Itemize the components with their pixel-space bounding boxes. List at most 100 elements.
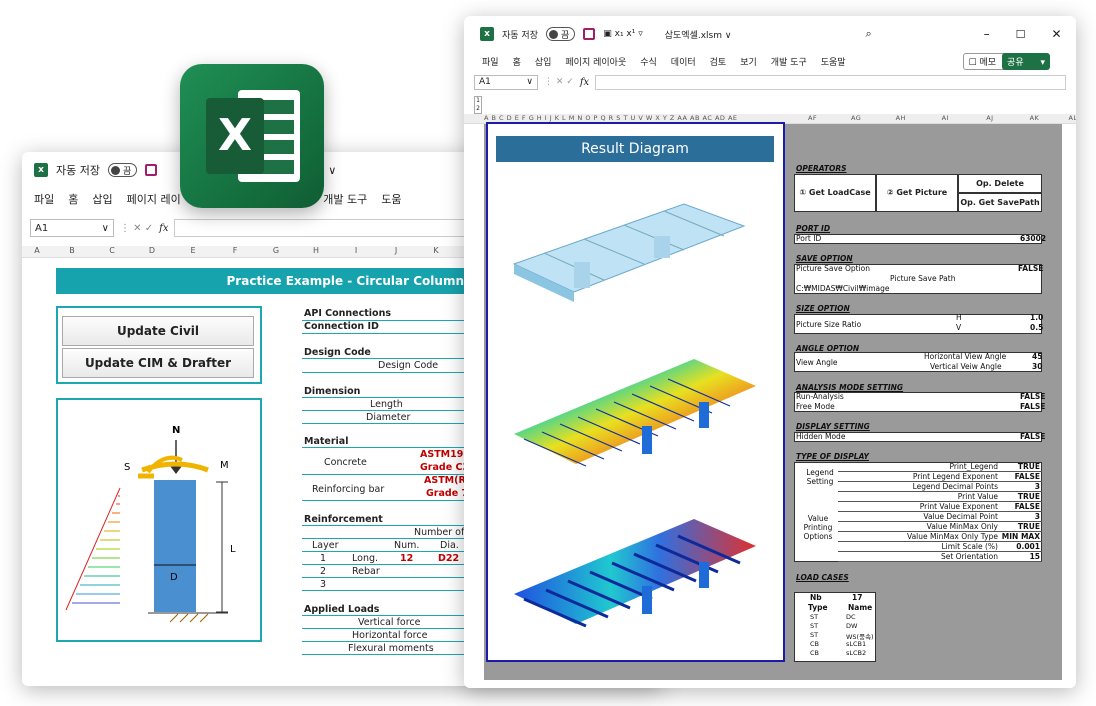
display-option-value[interactable]: 0.001 — [1016, 542, 1040, 551]
layer-2: 2 — [320, 566, 327, 577]
menu-home[interactable]: 홈 — [68, 191, 78, 207]
menu-home[interactable]: 홈 — [513, 55, 521, 68]
column-header[interactable]: C — [92, 246, 132, 255]
picture-save-path-label: Picture Save Path — [890, 274, 956, 283]
horizontal-force-label: Horizontal force — [352, 630, 428, 641]
menu-page-layout[interactable]: 페이지 레이아웃 — [565, 55, 626, 68]
search-icon[interactable]: ⌕ — [865, 27, 871, 41]
column-header[interactable]: E — [172, 246, 214, 255]
file-name[interactable]: 삽도엑셀.xlsm ∨ — [665, 28, 732, 41]
free-mode-label: Free Mode — [796, 402, 835, 411]
layer-3: 3 — [320, 579, 327, 590]
column-header[interactable]: G — [256, 246, 296, 255]
display-option-label: Value MinMax Only — [926, 522, 998, 531]
row-outline-levels[interactable]: 12 — [474, 96, 482, 114]
save-icon[interactable] — [145, 164, 158, 176]
display-option-value[interactable]: FALSE — [1015, 502, 1040, 511]
display-option-value[interactable]: MIN MAX — [1002, 532, 1040, 541]
display-option-value[interactable]: FALSE — [1015, 472, 1040, 481]
save-icon[interactable] — [583, 28, 596, 40]
column-header[interactable]: A — [22, 246, 52, 255]
hidden-mode-value[interactable]: FALSE — [1020, 432, 1045, 441]
hidden-mode-label: Hidden Mode — [796, 432, 846, 441]
port-id-value[interactable]: 63002 — [1020, 234, 1046, 243]
api-connections-title: API Connections — [304, 308, 391, 319]
menu-help[interactable]: 도움 — [381, 191, 401, 207]
title-bar: x 자동 저장 끔 ▣ x₁ x¹ ▿ 삽도엑셀.xlsm ∨ ⌕ – ☐ ✕ — [464, 24, 1076, 44]
flexural-moments-label: Flexural moments — [348, 643, 434, 654]
minimize-icon[interactable]: – — [984, 27, 990, 41]
column-header[interactable]: D — [132, 246, 172, 255]
menu-developer[interactable]: 개발 도구 — [771, 55, 807, 68]
display-option-value[interactable]: TRUE — [1018, 522, 1040, 531]
column-body — [154, 480, 196, 612]
menu-formulas[interactable]: 수식 — [640, 55, 657, 68]
port-id-label: Port ID — [796, 234, 822, 243]
display-option-label: Limit Scale (%) — [941, 542, 998, 551]
concrete-label: Concrete — [324, 457, 367, 468]
display-option-value[interactable]: 3 — [1035, 512, 1040, 521]
menu-file[interactable]: 파일 — [34, 191, 54, 207]
result-diagram-title: Result Diagram — [496, 136, 774, 162]
column-header[interactable]: B — [52, 246, 92, 255]
autosave-toggle[interactable]: 끔 — [107, 163, 138, 177]
close-icon[interactable]: ✕ — [1052, 27, 1062, 41]
menu-developer[interactable]: 개발 도구 — [323, 191, 367, 207]
fx-icon: fx — [159, 222, 169, 234]
menu-insert[interactable]: 삽입 — [92, 191, 112, 207]
share-button[interactable]: 공유 ▾ — [1002, 52, 1050, 70]
display-option-value[interactable]: TRUE — [1018, 462, 1040, 471]
view-angle-label: View Angle — [796, 358, 838, 367]
excel-app-icon: x — [480, 27, 494, 41]
picture-save-path-value[interactable]: C:₩MIDAS₩Civil₩image — [796, 284, 890, 293]
menu-data[interactable]: 데이터 — [671, 55, 696, 68]
vertical-view-angle-value[interactable]: 30 — [1032, 362, 1042, 371]
display-option-label: Set Orientation — [940, 552, 998, 561]
menu-review[interactable]: 검토 — [710, 55, 727, 68]
vertical-force-label: Vertical force — [358, 617, 421, 628]
formula-bar: A1 ∨ ⋮ ✕ ✓ fx — [464, 74, 1076, 90]
autosave-toggle[interactable]: 끔 — [545, 27, 576, 41]
op-get-savepath-button[interactable]: Op. Get SavePath — [958, 193, 1042, 212]
name-box[interactable]: A1 ∨ — [474, 74, 538, 90]
port-id-heading: PORT ID — [796, 224, 831, 233]
display-option-value[interactable]: TRUE — [1018, 492, 1040, 501]
display-option-value[interactable]: 3 — [1035, 482, 1040, 491]
update-cim-drafter-button[interactable]: Update CIM & Drafter — [62, 348, 254, 378]
connection-id-label: Connection ID — [304, 321, 379, 332]
menu-view[interactable]: 보기 — [740, 55, 757, 68]
display-setting-heading: DISPLAY SETTING — [796, 422, 870, 431]
picture-save-option-value[interactable]: FALSE — [1018, 264, 1043, 273]
update-civil-button[interactable]: Update Civil — [62, 316, 254, 346]
menu-page-layout[interactable]: 페이지 레이 — [127, 191, 181, 207]
size-h-value[interactable]: 1.0 — [1030, 313, 1043, 322]
maximize-icon[interactable]: ☐ — [1016, 28, 1026, 41]
menu-file[interactable]: 파일 — [482, 55, 499, 68]
material-title: Material — [304, 436, 349, 447]
free-mode-value[interactable]: FALSE — [1020, 402, 1045, 411]
name-box[interactable]: A1 ∨ — [30, 219, 114, 237]
column-header[interactable]: H — [296, 246, 336, 255]
size-v-value[interactable]: 0.5 — [1030, 323, 1043, 332]
horizontal-view-angle-value[interactable]: 45 — [1032, 352, 1042, 361]
diagram-label-n: N — [172, 425, 180, 436]
lc-nb-value: 17 — [852, 593, 863, 602]
column-header[interactable]: J — [376, 246, 416, 255]
formula-input[interactable] — [595, 74, 1066, 90]
get-loadcase-button[interactable]: ① Get LoadCase — [794, 174, 876, 212]
menu-insert[interactable]: 삽입 — [535, 55, 552, 68]
quick-access-icons[interactable]: ▣ x₁ x¹ ▿ — [603, 29, 642, 39]
picture-size-ratio-label: Picture Size Ratio — [796, 320, 862, 329]
display-option-value[interactable]: 15 — [1030, 552, 1040, 561]
menu-help[interactable]: 도움말 — [821, 55, 846, 68]
column-header[interactable]: I — [336, 246, 376, 255]
load-cases-heading: LOAD CASES — [796, 573, 849, 582]
column-header[interactable]: K — [416, 246, 456, 255]
column-header[interactable]: F — [214, 246, 256, 255]
op-delete-picture-button[interactable]: Op. Delete Picture — [958, 174, 1042, 205]
get-picture-button[interactable]: ② Get Picture — [876, 174, 958, 212]
display-option-label: Print Legend Exponent — [912, 472, 998, 481]
load-case-cell: CB — [810, 649, 819, 657]
run-analysis-value[interactable]: FALSE — [1020, 392, 1045, 401]
display-option-label: Print_Legend — [949, 462, 998, 471]
